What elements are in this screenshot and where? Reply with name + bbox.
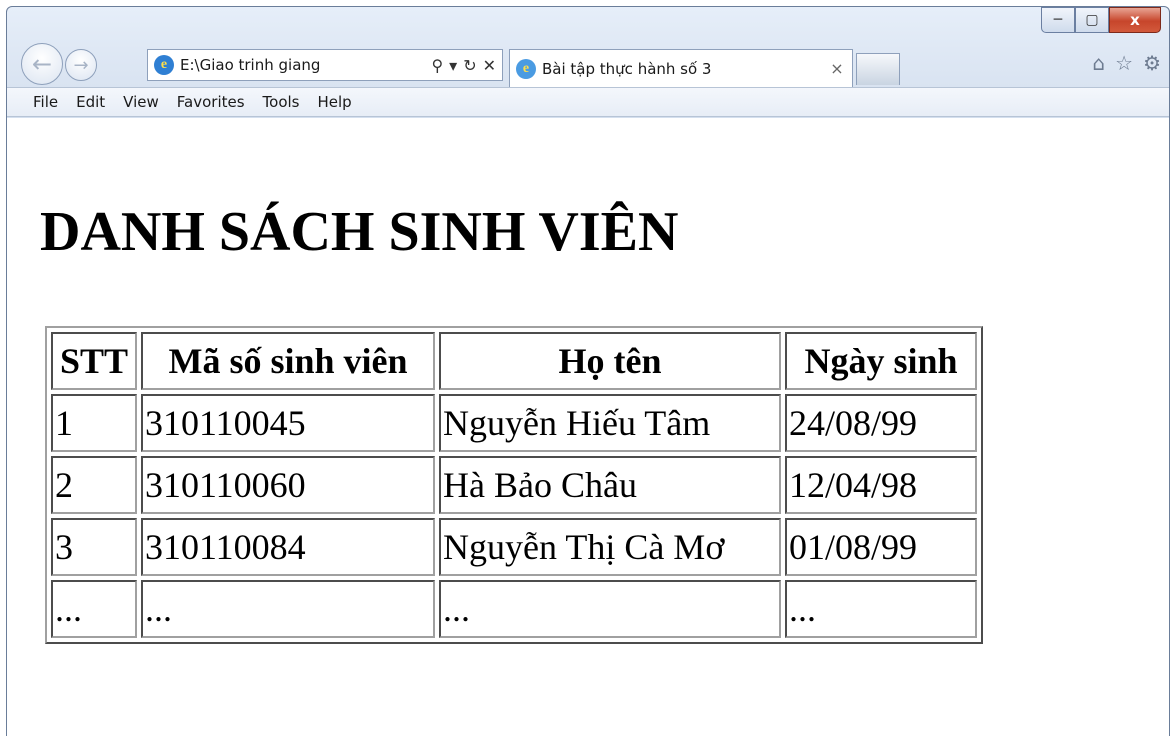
menu-item-file[interactable]: File xyxy=(33,93,58,111)
table-cell: Hà Bảo Châu xyxy=(439,456,781,514)
table-row: ... ... ... ... xyxy=(51,580,977,638)
maximize-button[interactable]: ▢ xyxy=(1075,7,1109,33)
table-row: 3 310110084 Nguyễn Thị Cà Mơ 01/08/99 xyxy=(51,518,977,576)
browser-window: ─ ▢ x ← → e E:\Giao trinh giang ⚲ ▾ ↻ ✕ … xyxy=(6,6,1170,736)
table-cell: 2 xyxy=(51,456,137,514)
stop-icon[interactable]: ✕ xyxy=(483,56,496,75)
table-cell: 3 xyxy=(51,518,137,576)
browser-toolbar-icons: ⌂ ☆ ⚙ xyxy=(1092,51,1161,75)
table-cell: 310110060 xyxy=(141,456,435,514)
page-icon: e xyxy=(154,55,174,75)
table-cell: ... xyxy=(141,580,435,638)
menu-item-edit[interactable]: Edit xyxy=(76,93,105,111)
table-cell: 01/08/99 xyxy=(785,518,977,576)
column-header-birth-date: Ngày sinh xyxy=(785,332,977,390)
caption-buttons: ─ ▢ x xyxy=(1041,7,1161,35)
favorites-star-icon[interactable]: ☆ xyxy=(1115,51,1133,75)
search-icon[interactable]: ⚲ xyxy=(431,56,443,75)
table-cell: 24/08/99 xyxy=(785,394,977,452)
table-cell: ... xyxy=(785,580,977,638)
address-bar[interactable]: e E:\Giao trinh giang ⚲ ▾ ↻ ✕ xyxy=(147,49,503,81)
table-header-row: STT Mã số sinh viên Họ tên Ngày sinh xyxy=(51,332,977,390)
page-content: DANH SÁCH SINH VIÊN STT Mã số sinh viên … xyxy=(7,118,1169,736)
menu-item-help[interactable]: Help xyxy=(318,93,352,111)
address-tools: ⚲ ▾ ↻ ✕ xyxy=(431,56,502,75)
column-header-full-name: Họ tên xyxy=(439,332,781,390)
menu-item-view[interactable]: View xyxy=(123,93,159,111)
close-window-button[interactable]: x xyxy=(1109,7,1161,33)
minimize-button[interactable]: ─ xyxy=(1041,7,1075,33)
table-cell: 310110045 xyxy=(141,394,435,452)
tab-active[interactable]: e Bài tập thực hành số 3 × xyxy=(509,49,853,87)
table-row: 1 310110045 Nguyễn Hiếu Tâm 24/08/99 xyxy=(51,394,977,452)
home-icon[interactable]: ⌂ xyxy=(1092,51,1105,75)
menu-bar: File Edit View Favorites Tools Help xyxy=(7,87,1169,117)
page-title: DANH SÁCH SINH VIÊN xyxy=(40,201,679,263)
table-row: 2 310110060 Hà Bảo Châu 12/04/98 xyxy=(51,456,977,514)
forward-arrow-icon: → xyxy=(73,54,89,76)
table-cell: Nguyễn Hiếu Tâm xyxy=(439,394,781,452)
table-cell: 1 xyxy=(51,394,137,452)
column-header-stt: STT xyxy=(51,332,137,390)
table-cell: 310110084 xyxy=(141,518,435,576)
tab-title: Bài tập thực hành số 3 xyxy=(542,59,712,78)
dropdown-icon[interactable]: ▾ xyxy=(449,56,457,75)
back-arrow-icon: ← xyxy=(31,50,53,78)
tab-ie-icon: e xyxy=(516,58,536,79)
menu-item-favorites[interactable]: Favorites xyxy=(177,93,245,111)
column-header-student-id: Mã số sinh viên xyxy=(141,332,435,390)
table-cell: ... xyxy=(51,580,137,638)
tools-gear-icon[interactable]: ⚙ xyxy=(1143,51,1161,75)
table-cell: ... xyxy=(439,580,781,638)
back-button[interactable]: ← xyxy=(21,43,63,85)
navigation-bar: ← → e E:\Giao trinh giang ⚲ ▾ ↻ ✕ e Bài … xyxy=(7,37,1169,87)
new-tab-button[interactable] xyxy=(856,53,900,85)
student-table: STT Mã số sinh viên Họ tên Ngày sinh 1 3… xyxy=(45,326,983,644)
menu-item-tools[interactable]: Tools xyxy=(263,93,300,111)
refresh-icon[interactable]: ↻ xyxy=(463,56,476,75)
address-url[interactable]: E:\Giao trinh giang xyxy=(180,56,431,74)
forward-button[interactable]: → xyxy=(65,49,97,81)
table-cell: 12/04/98 xyxy=(785,456,977,514)
table-cell: Nguyễn Thị Cà Mơ xyxy=(439,518,781,576)
tab-close-icon[interactable]: × xyxy=(822,59,852,78)
